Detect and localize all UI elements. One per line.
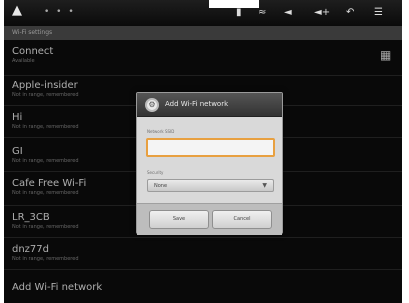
menu-icon[interactable]: ☰	[374, 7, 383, 18]
ssid-label: Network SSID	[147, 129, 175, 134]
ssid-input[interactable]	[146, 138, 275, 157]
dialog-title: Add Wi-Fi network	[165, 100, 229, 108]
back-icon[interactable]: ↶	[346, 7, 354, 18]
dialog-button-bar: Save Cancel	[137, 203, 282, 235]
wifi-settings-icon: ⚙	[145, 98, 159, 112]
status-bar: ▲ • • • 0:36 ▮ ≈ ◄ ◄+ ↶ ☰	[4, 0, 402, 26]
cancel-button[interactable]: Cancel	[212, 210, 272, 229]
device-screen: ▲ • • • 0:36 ▮ ≈ ◄ ◄+ ↶ ☰ Wi-Fi settings…	[4, 0, 402, 303]
home-icon[interactable]: ▲	[12, 3, 22, 18]
security-value: None	[154, 183, 168, 189]
notification-indicators: • • •	[44, 7, 76, 17]
chevron-down-icon: ▼	[262, 182, 267, 189]
volume-up-icon[interactable]: ◄+	[314, 7, 330, 18]
volume-down-icon[interactable]: ◄	[284, 7, 292, 18]
security-label: Security	[147, 170, 164, 175]
status-icons: ▮ ≈ ◄ ◄+ ↶ ☰	[236, 7, 396, 21]
dialog-titlebar: ⚙ Add Wi-Fi network	[137, 93, 282, 117]
settings-header: Wi-Fi settings	[4, 26, 402, 40]
wifi-icon: ≈	[258, 7, 267, 18]
security-dropdown[interactable]: None ▼	[147, 179, 274, 192]
add-network-dialog: ⚙ Add Wi-Fi network Network SSID Securit…	[136, 92, 283, 235]
save-button[interactable]: Save	[149, 210, 209, 229]
battery-icon: ▮	[236, 7, 242, 18]
